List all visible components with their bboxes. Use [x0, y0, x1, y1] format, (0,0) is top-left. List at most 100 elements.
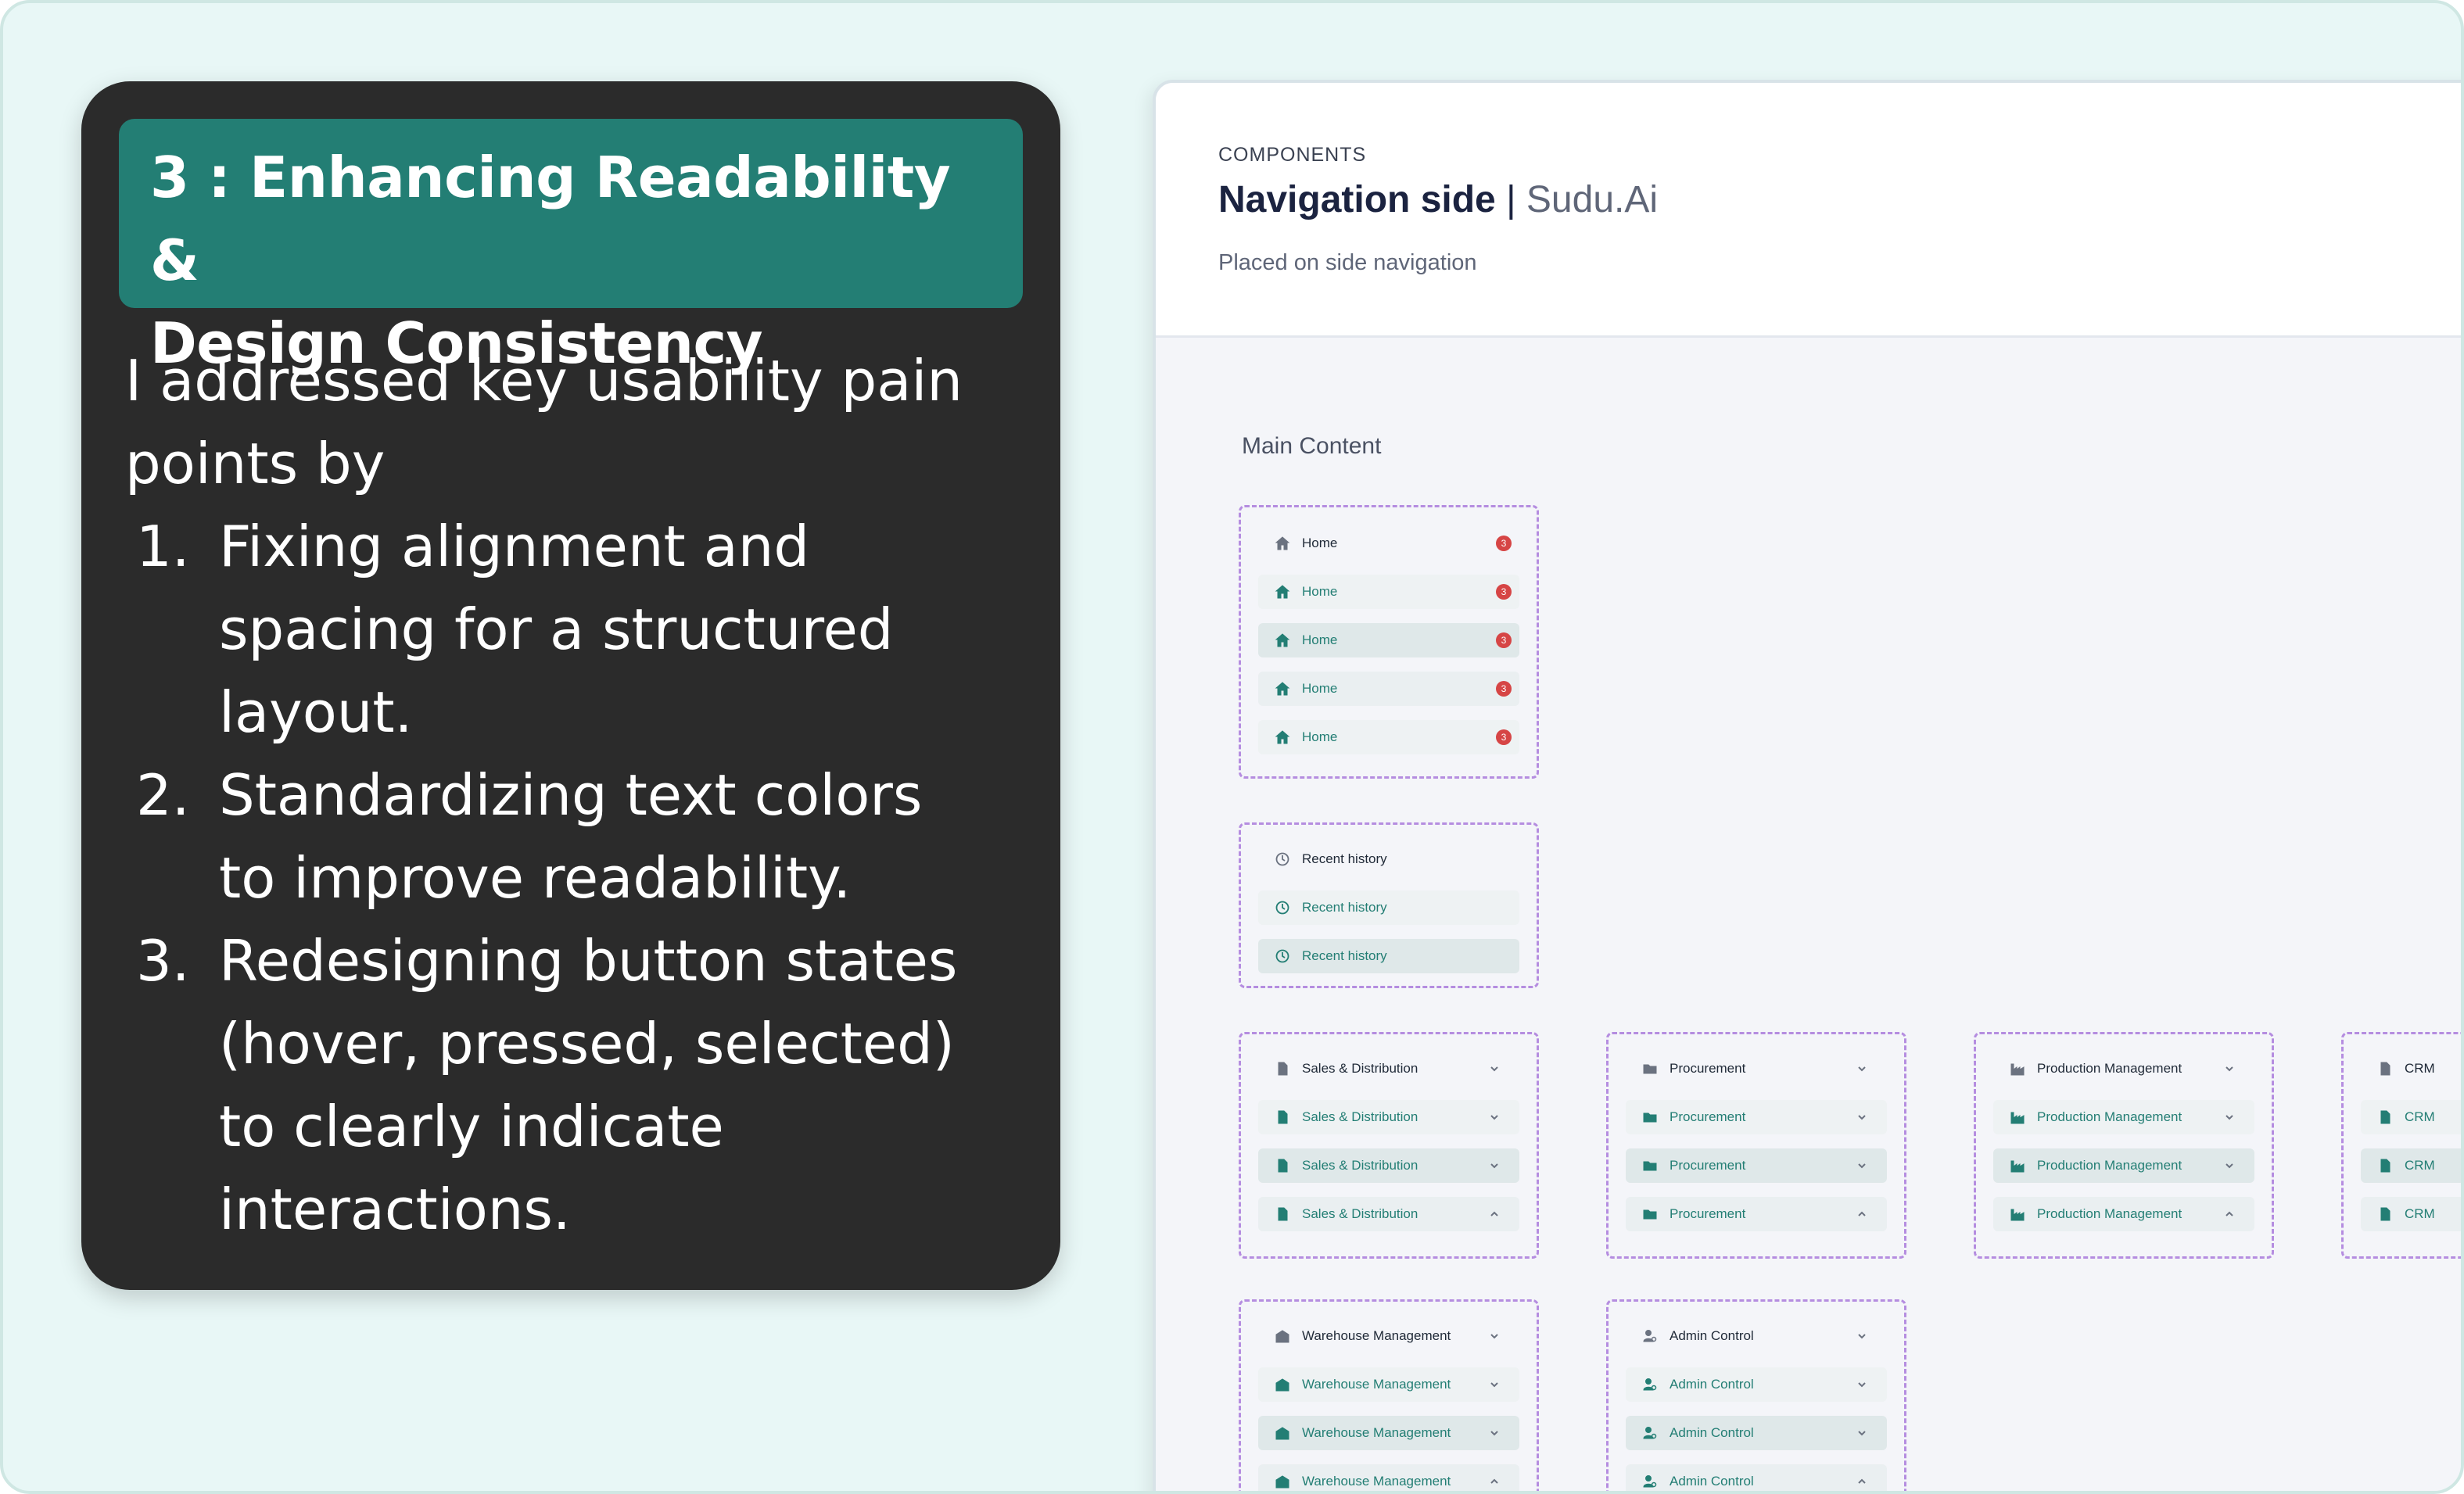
nav-item-procurement-hover[interactable]: Procurement — [1626, 1100, 1887, 1134]
intro-text: I addressed key usability pain points by — [125, 339, 1040, 505]
nav-item-procurement-default[interactable]: Procurement — [1626, 1052, 1887, 1086]
chevron-down-icon — [1856, 1159, 1868, 1172]
nav-item-crm-default[interactable]: CRM — [2361, 1052, 2461, 1086]
home-icon — [1274, 535, 1291, 552]
nav-item-recent-default[interactable]: Recent history — [1258, 842, 1519, 876]
chevron-down-icon — [1488, 1330, 1501, 1342]
chevron-down-icon — [1856, 1378, 1868, 1391]
nav-item-label: Admin Control — [1670, 1474, 1754, 1489]
nav-item-label: Warehouse Management — [1302, 1425, 1451, 1440]
chevron-down-icon — [2223, 1062, 2236, 1075]
nav-item-home-pressed[interactable]: Home 3 — [1258, 623, 1519, 657]
home-icon — [1274, 632, 1291, 649]
document-icon — [1274, 1206, 1291, 1223]
nav-item-admin-expanded[interactable]: Admin Control — [1626, 1464, 1887, 1491]
home-icon — [1274, 680, 1291, 697]
nav-item-label: Home — [1302, 584, 1338, 599]
nav-item-admin-pressed[interactable]: Admin Control — [1626, 1416, 1887, 1450]
intro-line-2: points by — [125, 431, 386, 496]
nav-item-label: Sales & Distribution — [1302, 1206, 1419, 1221]
document-icon — [2376, 1109, 2394, 1126]
nav-item-crm-expanded[interactable]: CRM — [2361, 1197, 2461, 1231]
nav-item-production-expanded[interactable]: Production Management — [1993, 1197, 2254, 1231]
folder-icon — [1641, 1109, 1659, 1126]
nav-item-label: Admin Control — [1670, 1328, 1754, 1343]
factory-icon — [2009, 1060, 2026, 1077]
nav-item-label: Warehouse Management — [1302, 1377, 1451, 1392]
panel-title-brand: Sudu.Ai — [1526, 179, 1659, 220]
history-icon — [1274, 948, 1291, 965]
sales-distribution-variants-group: Sales & Distribution Sales & Distributio… — [1239, 1032, 1539, 1259]
step-item: 3. Redesigning button states (hover, pre… — [125, 919, 1040, 1251]
nav-item-crm-hover[interactable]: CRM — [2361, 1100, 2461, 1134]
nav-item-label: Home — [1302, 632, 1338, 647]
chevron-down-icon — [1856, 1111, 1868, 1123]
nav-item-home-hover[interactable]: Home 3 — [1258, 575, 1519, 609]
step-3-line-4: interactions. — [219, 1177, 571, 1242]
nav-item-label: Sales & Distribution — [1302, 1158, 1419, 1173]
nav-item-sales-pressed[interactable]: Sales & Distribution — [1258, 1148, 1519, 1183]
nav-item-sales-default[interactable]: Sales & Distribution — [1258, 1052, 1519, 1086]
chevron-down-icon — [1488, 1159, 1501, 1172]
step-number: 2. — [136, 762, 190, 828]
nav-item-recent-hover[interactable]: Recent history — [1258, 890, 1519, 925]
nav-item-label: Admin Control — [1670, 1425, 1754, 1440]
step-number: 3. — [136, 928, 190, 994]
step-item: 2. Standardizing text colors to improve … — [125, 754, 1040, 919]
nav-item-warehouse-hover[interactable]: Warehouse Management — [1258, 1367, 1519, 1402]
nav-item-home-selected[interactable]: Home 3 — [1258, 672, 1519, 706]
chevron-down-icon — [1488, 1062, 1501, 1075]
nav-item-warehouse-pressed[interactable]: Warehouse Management — [1258, 1416, 1519, 1450]
admin-user-icon — [1641, 1376, 1659, 1393]
nav-item-sales-hover[interactable]: Sales & Distribution — [1258, 1100, 1519, 1134]
nav-item-recent-pressed[interactable]: Recent history — [1258, 939, 1519, 973]
panel-subtitle: Placed on side navigation — [1218, 250, 1477, 275]
nav-item-warehouse-default[interactable]: Warehouse Management — [1258, 1319, 1519, 1353]
nav-item-procurement-expanded[interactable]: Procurement — [1626, 1197, 1887, 1231]
procurement-variants-group: Procurement Procurement Procurement Proc… — [1606, 1032, 1906, 1259]
nav-item-admin-hover[interactable]: Admin Control — [1626, 1367, 1887, 1402]
nav-item-production-hover[interactable]: Production Management — [1993, 1100, 2254, 1134]
admin-control-variants-group: Admin Control Admin Control Admin Contro… — [1606, 1299, 1906, 1491]
nav-item-label: CRM — [2405, 1109, 2435, 1124]
nav-item-label: Warehouse Management — [1302, 1474, 1451, 1489]
component-panel: COMPONENTS Navigation side | Sudu.Ai Pla… — [1153, 80, 2461, 1491]
document-icon — [2376, 1206, 2394, 1223]
nav-item-label: Recent history — [1302, 851, 1387, 866]
chevron-down-icon — [1488, 1378, 1501, 1391]
nav-item-home-default[interactable]: Home 3 — [1258, 526, 1519, 561]
production-management-variants-group: Production Management Production Managem… — [1974, 1032, 2274, 1259]
nav-item-label: Procurement — [1670, 1109, 1746, 1124]
document-icon — [1274, 1060, 1291, 1077]
nav-item-crm-pressed[interactable]: CRM — [2361, 1148, 2461, 1183]
nav-item-production-default[interactable]: Production Management — [1993, 1052, 2254, 1086]
nav-item-procurement-pressed[interactable]: Procurement — [1626, 1148, 1887, 1183]
step-2-line-2: to improve readability. — [219, 845, 852, 911]
title-box: 3 : Enhancing Readability & Design Consi… — [119, 119, 1023, 376]
document-icon — [2376, 1157, 2394, 1174]
panel-title-strong: Navigation side — [1218, 179, 1496, 220]
folder-icon — [1641, 1060, 1659, 1077]
nav-item-label: Production Management — [2037, 1158, 2182, 1173]
nav-item-warehouse-expanded[interactable]: Warehouse Management — [1258, 1464, 1519, 1491]
chevron-down-icon — [2223, 1111, 2236, 1123]
history-icon — [1274, 899, 1291, 916]
factory-icon — [2009, 1157, 2026, 1174]
nav-item-sales-expanded[interactable]: Sales & Distribution — [1258, 1197, 1519, 1231]
warehouse-icon — [1274, 1424, 1291, 1442]
nav-item-label: Procurement — [1670, 1158, 1746, 1173]
document-icon — [1274, 1157, 1291, 1174]
notification-badge: 3 — [1496, 681, 1512, 697]
nav-item-admin-default[interactable]: Admin Control — [1626, 1319, 1887, 1353]
chevron-up-icon — [1856, 1475, 1868, 1488]
main-content-label: Main Content — [1242, 433, 1382, 459]
warehouse-icon — [1274, 1376, 1291, 1393]
panel-header: COMPONENTS Navigation side | Sudu.Ai Pla… — [1156, 83, 2461, 338]
nav-item-production-pressed[interactable]: Production Management — [1993, 1148, 2254, 1183]
step-1-line-2: spacing for a structured — [219, 597, 894, 662]
nav-item-label: Recent history — [1302, 900, 1387, 915]
chevron-down-icon — [1856, 1330, 1868, 1342]
nav-item-home-focused[interactable]: Home 3 — [1258, 720, 1519, 754]
nav-item-label: Procurement — [1670, 1061, 1746, 1076]
intro-line-1: I addressed key usability pain — [125, 348, 963, 414]
